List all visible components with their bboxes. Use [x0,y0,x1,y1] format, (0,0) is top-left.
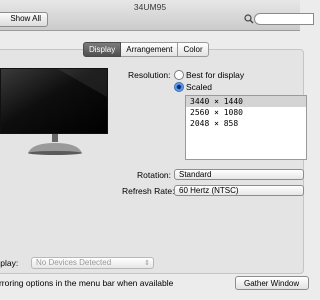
resolution-item[interactable]: 2048 × 858 [186,118,306,129]
best-for-display-radio[interactable] [174,70,184,80]
tab-arrangement[interactable]: Arrangement [121,42,179,57]
tab-display[interactable]: Display [83,42,122,57]
gather-windows-button[interactable]: Gather Window [235,276,309,290]
resolution-item[interactable]: 2560 × 1080 [186,107,306,118]
chevron-updown-icon: ⇕ [144,260,150,267]
show-all-label: Show All [10,14,41,23]
resolution-item[interactable]: 3440 × 1440 [186,96,306,107]
rotation-select[interactable]: Standard [174,169,304,180]
resolution-list[interactable]: 3440 × 1440 2560 × 1080 2048 × 858 [185,95,307,160]
tab-bar: Display Arrangement Color [83,42,209,57]
monitor-icon [0,68,108,155]
best-for-display-label[interactable]: Best for display [186,70,244,80]
refresh-rate-value: 60 Hertz (NTSC) [179,186,239,195]
resolution-label: Resolution: [128,70,171,80]
search-input[interactable] [254,13,314,25]
search-icon [244,14,254,24]
show-all-button[interactable]: Show All [0,12,48,27]
scaled-radio[interactable] [174,82,184,92]
window-title: 34UM95 [133,2,167,12]
gather-windows-label: Gather Window [244,279,300,288]
mirroring-option-label[interactable]: mirroring options in the menu bar when a… [0,278,173,288]
airplay-display-label: Display: [0,258,19,268]
airplay-display-value: No Devices Detected [36,258,112,267]
refresh-rate-select[interactable]: 60 Hertz (NTSC) [174,185,304,196]
airplay-display-select[interactable]: No Devices Detected ⇕ [31,257,154,269]
rotation-label: Rotation: [137,170,172,180]
rotation-value: Standard [179,170,212,179]
scaled-label[interactable]: Scaled [186,82,212,92]
refresh-rate-label: Refresh Rate: [122,186,175,196]
tab-color[interactable]: Color [178,42,209,57]
